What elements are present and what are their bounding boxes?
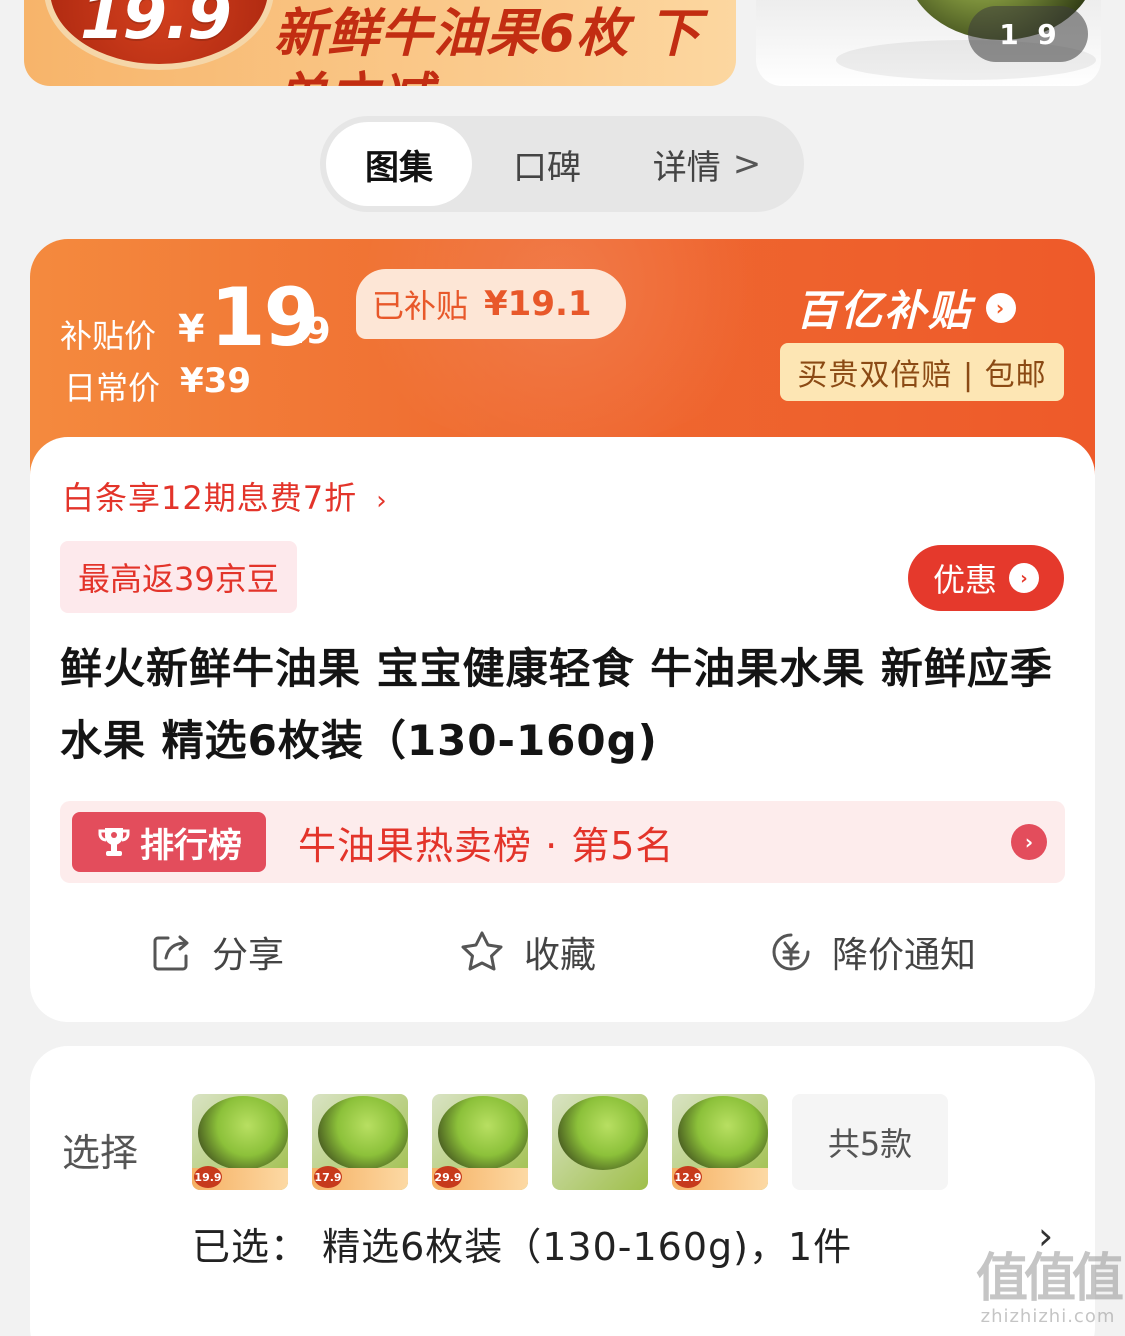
discount-button[interactable]: 优惠 ›: [908, 545, 1064, 611]
sku-thumbnail[interactable]: 19.9: [192, 1094, 288, 1190]
select-label: 选择: [62, 1131, 139, 1175]
tab-label: 图集: [365, 147, 433, 188]
sku-thumbnail[interactable]: 17.9: [312, 1094, 408, 1190]
baitiao-offer[interactable]: 白条享12期息费7折 ›: [62, 473, 388, 519]
star-icon: [461, 931, 503, 971]
daily-price-value: ¥39: [180, 361, 251, 401]
watermark-logo: 值值值: [976, 1249, 1124, 1309]
sku-select-card[interactable]: 选择 19.9 17.9 29.9 12.9 共5款 已选： 精选6枚装（130…: [30, 1046, 1095, 1336]
gallery-pager: 1 9: [968, 6, 1088, 62]
daily-price-label: 日常价: [64, 369, 161, 407]
thumb-price: 12.9: [674, 1166, 702, 1188]
thumb-price: 17.9: [314, 1166, 342, 1188]
ranking-text: 牛油果热卖榜 · 第5名: [298, 823, 675, 868]
promo-banner[interactable]: 19.9 新鲜牛油果6枚 下单立减: [24, 0, 736, 86]
subsidy-amount: ¥19.1: [484, 284, 592, 324]
banner-slogan: 新鲜牛油果6枚 下单立减: [274, 4, 702, 86]
thumb-price: 29.9: [434, 1166, 462, 1188]
chevron-right-icon: ›: [986, 292, 1017, 323]
subsidy-badge: 已补贴 ¥19.1: [356, 269, 626, 339]
price-alert-button[interactable]: 降价通知: [768, 926, 976, 978]
billion-subsidy-link[interactable]: 百亿补贴 ›: [796, 277, 1017, 338]
avocado-image: [438, 1096, 528, 1170]
price-card: 补贴价 ¥ 19 .9 日常价 ¥39 已补贴 ¥19.1 百亿补贴 › 买贵双…: [30, 239, 1095, 1022]
avocado-image: [678, 1096, 768, 1170]
ranking-tag: 排行榜: [72, 812, 266, 872]
price-decimal: .9: [292, 311, 331, 352]
favorite-button[interactable]: 收藏: [458, 926, 596, 978]
baitiao-text: 白条享12期息费7折: [62, 479, 358, 517]
banner-price: 19.9: [80, 0, 232, 54]
favorite-label: 收藏: [524, 935, 597, 976]
guarantee-badge: 买贵双倍赔 | 包邮: [780, 343, 1064, 401]
chevron-right-icon: ›: [1009, 563, 1039, 593]
brand-label: 百亿补贴: [796, 286, 973, 335]
tab-label: 口碑: [513, 147, 581, 188]
trophy-icon: [98, 828, 130, 856]
ranking-tag-label: 排行榜: [140, 825, 242, 866]
sku-count[interactable]: 共5款: [792, 1094, 948, 1190]
sku-thumbnail[interactable]: 29.9: [432, 1094, 528, 1190]
subsidy-badge-label: 已补贴: [372, 287, 469, 325]
avocado-image: [318, 1096, 408, 1170]
price-alert-label: 降价通知: [832, 935, 977, 976]
pager-total: 9: [1037, 17, 1057, 51]
sku-thumbnails: 19.9 17.9 29.9 12.9: [192, 1094, 792, 1190]
thumb-price: 19.9: [194, 1166, 222, 1188]
pager-current: 1: [999, 17, 1019, 51]
subsidy-price-label: 补贴价: [60, 317, 157, 355]
avocado-image: [198, 1096, 288, 1170]
watermark-url: zhizhizhi.com: [980, 1306, 1116, 1327]
discount-label: 优惠: [932, 561, 997, 599]
watermark: 值值值 zhizhizhi.com: [976, 1249, 1124, 1327]
currency-symbol: ¥: [178, 307, 205, 351]
chevron-right-icon: >: [732, 144, 762, 184]
tab-label: 详情: [652, 147, 721, 188]
share-button[interactable]: 分享: [150, 926, 284, 978]
chevron-right-icon: ›: [1011, 824, 1047, 860]
product-info: 白条享12期息费7折 › 最高返39京豆 优惠 › 鲜火新鲜牛油果 宝宝健康轻食…: [30, 437, 1095, 1022]
sku-thumbnail[interactable]: [552, 1094, 648, 1190]
price-alert-icon: [772, 933, 810, 971]
selected-sku: 已选： 精选6枚装（130-160g)，1件: [192, 1225, 853, 1269]
avocado-image: [558, 1096, 648, 1170]
product-title: 鲜火新鲜牛油果 宝宝健康轻食 牛油果水果 新鲜应季水果 精选6枚装（130-16…: [60, 644, 1053, 765]
chevron-right-icon: ›: [376, 486, 388, 516]
jd-bean-badge: 最高返39京豆: [60, 541, 297, 613]
ranking-banner[interactable]: 排行榜 牛油果热卖榜 · 第5名 ›: [60, 801, 1065, 883]
tab-details[interactable]: 详情 >: [622, 122, 792, 206]
tab-reviews[interactable]: 口碑: [472, 122, 622, 206]
share-icon: [153, 935, 189, 971]
media-tabs: 图集 口碑 详情 >: [320, 116, 804, 212]
share-label: 分享: [212, 935, 285, 976]
action-bar: 分享 收藏 降价通知: [30, 917, 1095, 987]
sku-thumbnail[interactable]: 12.9: [672, 1094, 768, 1190]
tab-gallery[interactable]: 图集: [326, 122, 472, 206]
